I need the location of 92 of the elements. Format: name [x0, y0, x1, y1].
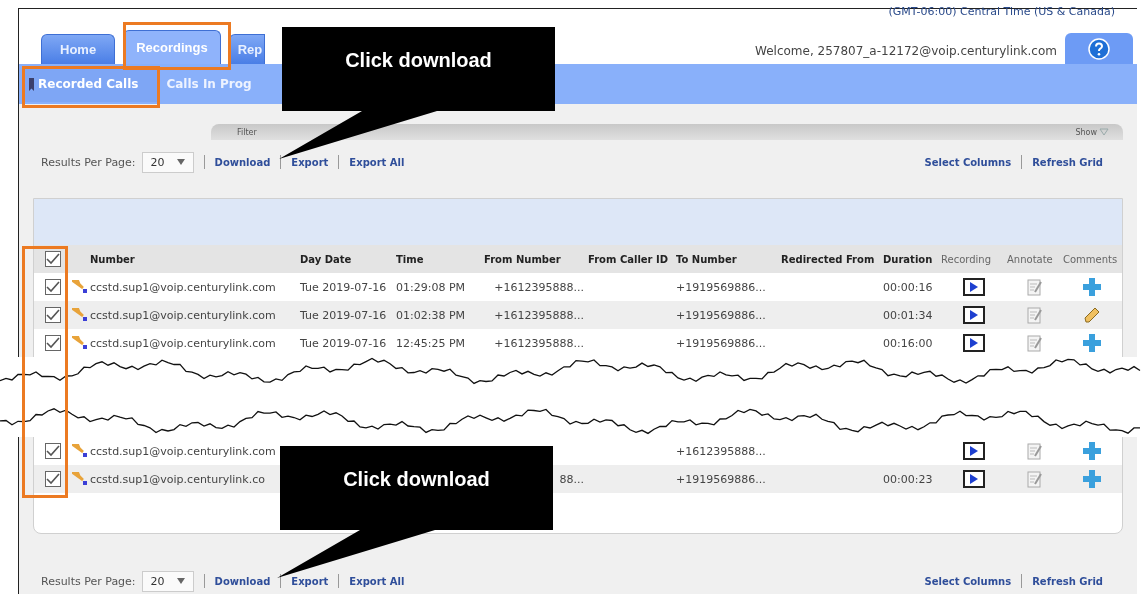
filter-label: Filter [237, 127, 257, 137]
row-checkbox[interactable] [45, 279, 61, 295]
table-cell: +1919569886... [676, 336, 766, 350]
action-link[interactable]: Export [291, 156, 329, 168]
table-cell: +1612395888... [494, 308, 584, 322]
action-link[interactable]: Select Columns [924, 156, 1012, 168]
table-cell: +1919569886... [676, 308, 766, 322]
table-cell: +1612395888... [494, 280, 584, 294]
row-checkbox[interactable] [45, 443, 61, 459]
plus-icon[interactable] [1083, 334, 1101, 352]
table-cell: 00:01:34 [883, 308, 933, 322]
column-header[interactable]: Redirected From [781, 253, 883, 265]
column-header[interactable]: Day Date [300, 253, 396, 265]
call-direction-icon [72, 280, 88, 294]
column-header[interactable]: To Number [676, 253, 781, 265]
row-checkbox[interactable] [45, 335, 61, 351]
help-icon [1088, 37, 1110, 60]
table-cell: 00:00:23 [883, 472, 933, 486]
call-direction-icon [72, 336, 88, 350]
table-cell: 12:45:25 PM [396, 336, 466, 350]
column-header[interactable]: Annotate [1007, 253, 1063, 265]
notepad-icon[interactable] [1027, 278, 1043, 296]
call-direction-icon [72, 308, 88, 322]
play-recording-button[interactable] [963, 306, 985, 324]
plus-icon[interactable] [1083, 278, 1101, 296]
welcome-text: Welcome, 257807_a-12172@voip.centurylink.com [755, 44, 1057, 58]
column-header[interactable]: Recording [941, 253, 1007, 265]
play-icon [970, 282, 978, 292]
table-cell: Tue 2019-07-16 [300, 336, 387, 350]
action-link[interactable]: Select Columns [924, 575, 1012, 587]
action-link[interactable]: Export [291, 575, 329, 587]
timezone-text: (GMT-06:00) Central Time (US & Canada) [888, 6, 1115, 20]
plus-icon[interactable] [1083, 442, 1101, 460]
action-link[interactable]: Download [214, 156, 271, 168]
table-cell: ccstd.sup1@voip.centurylink.com [90, 336, 276, 350]
play-icon [970, 338, 978, 348]
table-cell: 01:02:38 PM [396, 308, 466, 322]
bookmark-icon [29, 77, 34, 91]
action-link[interactable]: Refresh Grid [1032, 156, 1103, 168]
chevron-down-icon [1099, 128, 1109, 136]
play-recording-button[interactable] [963, 278, 985, 296]
table-cell: +1612395888... [494, 336, 584, 350]
call-direction-icon [72, 444, 88, 458]
play-icon [970, 474, 978, 484]
table-cell: Tue 2019-07-16 [300, 280, 387, 294]
column-header[interactable]: From Caller ID [588, 253, 676, 265]
play-recording-button[interactable] [963, 334, 985, 352]
column-header[interactable]: Number [72, 253, 300, 265]
pencil-icon[interactable] [1083, 306, 1101, 324]
column-header[interactable]: Comments [1063, 253, 1121, 265]
help-button[interactable] [1065, 33, 1133, 64]
table-cell: Tue 2019-07-16 [300, 308, 387, 322]
action-link[interactable]: Export All [349, 156, 405, 168]
action-link[interactable]: Download [214, 575, 271, 587]
show-toggle[interactable]: Show [1075, 127, 1109, 137]
row-checkbox[interactable] [45, 471, 61, 487]
table-cell: ccstd.sup1@voip.centurylink.com [90, 308, 276, 322]
column-header[interactable]: Duration [883, 253, 941, 265]
play-icon [970, 446, 978, 456]
play-recording-button[interactable] [963, 470, 985, 488]
notepad-icon[interactable] [1027, 470, 1043, 488]
table-cell: 01:29:08 PM [396, 280, 466, 294]
table-cell: 88... [559, 472, 584, 486]
table-cell: +1612395888... [676, 444, 766, 458]
table-cell: 00:00:16 [883, 280, 933, 294]
table-cell: ccstd.sup1@voip.centurylink.co [90, 472, 265, 486]
play-icon [970, 310, 978, 320]
dropdown-caret-icon [176, 578, 185, 584]
dropdown-caret-icon [176, 159, 185, 165]
callout-text: Click download [342, 468, 491, 491]
page-size-select[interactable]: 20 [141, 570, 194, 592]
table-cell: +1919569886... [676, 280, 766, 294]
table-cell: ccstd.sup1@voip.centurylink.com [90, 280, 276, 294]
filter-bar[interactable]: Filter Show [211, 124, 1123, 140]
notepad-icon[interactable] [1027, 306, 1043, 324]
callout-text: Click download [344, 49, 493, 72]
table-cell: ccstd.sup1@voip.centurylink.com [90, 444, 276, 458]
play-recording-button[interactable] [963, 442, 985, 460]
table-cell: 00:16:00 [883, 336, 933, 350]
page-size-select[interactable]: 20 [141, 151, 194, 173]
table-cell: +1919569886... [676, 472, 766, 486]
column-header[interactable]: From Number [484, 253, 588, 265]
column-header[interactable]: Time [396, 253, 484, 265]
notepad-icon[interactable] [1027, 442, 1043, 460]
action-link[interactable]: Export All [349, 575, 405, 587]
results-per-page-label: Results Per Page: [41, 155, 136, 169]
notepad-icon[interactable] [1027, 334, 1043, 352]
action-link[interactable]: Refresh Grid [1032, 575, 1103, 587]
results-per-page-label: Results Per Page: [41, 574, 136, 588]
row-checkbox[interactable] [45, 307, 61, 323]
select-all-checkbox[interactable] [45, 251, 61, 267]
call-direction-icon [72, 472, 88, 486]
